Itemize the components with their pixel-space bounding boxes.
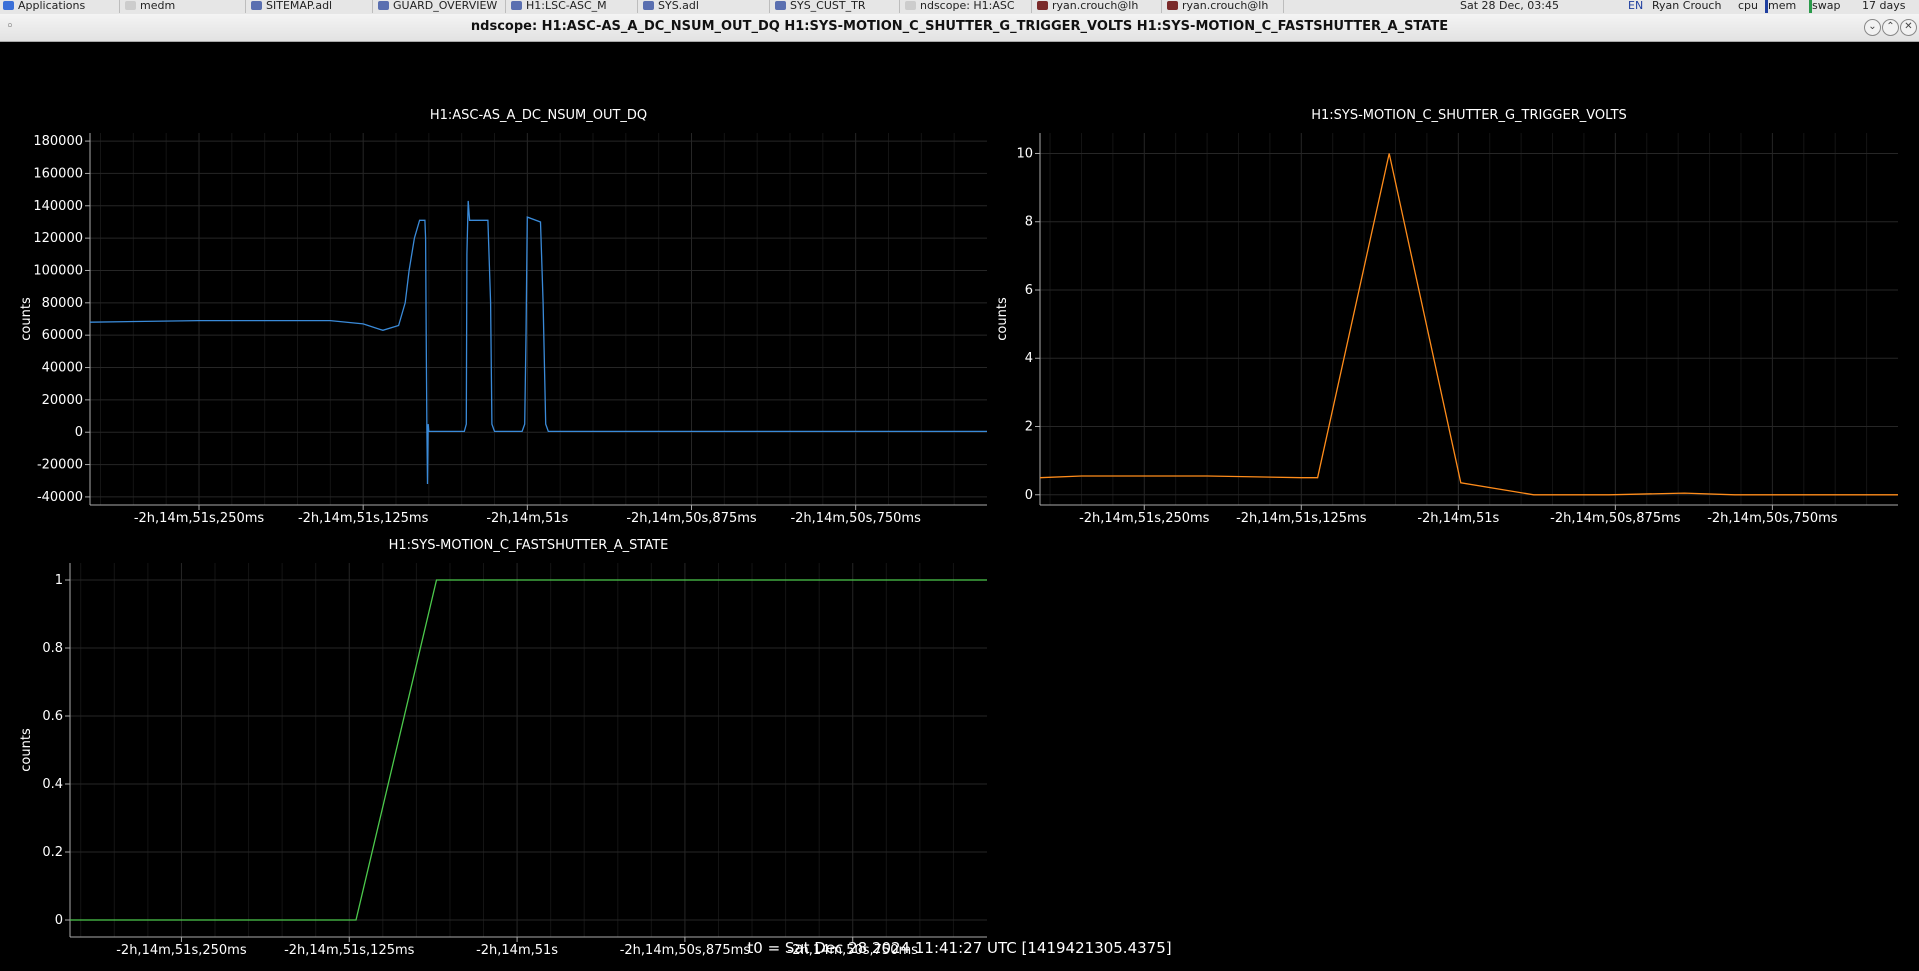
y-tick-label: 4 — [1025, 351, 1033, 366]
taskbar-item[interactable]: ryan.crouch@lh — [1164, 0, 1284, 13]
plot-panel[interactable]: 00.20.40.60.81-2h,14m,51s,250ms -2h,14m,5… — [19, 538, 987, 958]
system-taskbar: Applications medm SITEMAP.adl GUARD_OVERVIE… — [0, 0, 1919, 15]
app-icon — [511, 1, 522, 10]
x-tick-label: -2h,14m,50s,750ms — [1707, 511, 1838, 526]
taskbar-item-label: GUARD_OVERVIEW — [393, 0, 498, 12]
plot-title: H1:SYS-MOTION_C_FASTSHUTTER_A_STATE — [389, 538, 669, 553]
taskbar-item[interactable]: ndscope: H1:ASC — [902, 0, 1032, 13]
taskbar-item-label: SYS.adl — [658, 0, 699, 12]
x-tick-label: -2h,14m,51s — [486, 511, 568, 526]
y-tick-label: 1 — [55, 573, 63, 588]
cpu-monitor: cpu — [1738, 0, 1759, 12]
y-tick-label: 2 — [1025, 420, 1033, 435]
app-icon — [905, 1, 916, 10]
window-titlebar[interactable]: ◦ ndscope: H1:ASC-AS_A_DC_NSUM_OUT_DQ H1… — [0, 14, 1919, 42]
plot-title: H1:ASC-AS_A_DC_NSUM_OUT_DQ — [430, 108, 647, 123]
y-tick-label: -20000 — [37, 458, 83, 473]
app-icon — [378, 1, 389, 10]
x-tick-label: -2h,14m,50s,875ms — [626, 511, 757, 526]
y-tick-label: 120000 — [33, 231, 83, 246]
taskbar-item[interactable]: SITEMAP.adl — [248, 0, 373, 13]
y-tick-label: 0 — [55, 913, 63, 928]
taskbar-item[interactable]: SYS_CUST_TR — [772, 0, 900, 13]
y-tick-label: 160000 — [33, 166, 83, 181]
plot-title: H1:SYS-MOTION_C_SHUTTER_G_TRIGGER_VOLTS — [1311, 108, 1627, 123]
y-tick-label: 0.6 — [42, 709, 63, 724]
y-tick-label: 140000 — [33, 199, 83, 214]
y-tick-label: 0 — [75, 425, 83, 440]
t0-label: t0 = Sat Dec 28 2024 11:41:27 UTC [14194… — [747, 939, 1172, 957]
x-tick-label: -2h,14m,51s,250ms — [1079, 511, 1210, 526]
y-axis-label: counts — [19, 297, 34, 341]
y-axis-label: counts — [995, 297, 1010, 341]
taskbar-item[interactable]: medm — [122, 0, 246, 13]
taskbar-item-label: ndscope: H1:ASC — [920, 0, 1015, 12]
app-icon — [125, 1, 136, 10]
y-tick-label: 20000 — [42, 393, 83, 408]
plot-panel[interactable]: 0 2 4 6 8 10 -2h,14m,51s,250ms -2h,14m,51s,125m… — [995, 108, 1898, 526]
taskbar-item-label: H1:LSC-ASC_M — [526, 0, 607, 12]
y-tick-label: 0.4 — [42, 777, 63, 792]
taskbar-item-label: Applications — [18, 0, 86, 12]
keyboard-layout[interactable]: EN — [1628, 0, 1643, 11]
user-menu[interactable]: Ryan Crouch — [1652, 0, 1721, 11]
y-tick-label: 180000 — [33, 134, 83, 149]
app-icon — [1037, 1, 1048, 10]
x-tick-label: -2h,14m,51s,250ms — [134, 511, 265, 526]
taskbar-item[interactable]: SYS.adl — [640, 0, 770, 13]
taskbar-clock[interactable]: Sat 28 Dec, 03:45 — [1460, 0, 1559, 11]
taskbar-item[interactable]: ryan.crouch@lh — [1034, 0, 1162, 13]
uptime-label: 17 days — [1862, 0, 1906, 12]
y-tick-label: -40000 — [37, 490, 83, 505]
minimize-button[interactable]: ⌄ — [1864, 19, 1881, 36]
y-tick-label: 6 — [1025, 283, 1033, 298]
taskbar-item-label: SYS_CUST_TR — [790, 0, 866, 12]
memory-monitor: mem — [1768, 0, 1797, 12]
taskbar-item[interactable]: Applications — [0, 0, 120, 13]
maximize-button[interactable]: ⌃ — [1882, 19, 1899, 36]
y-tick-label: 0.2 — [42, 845, 63, 860]
window-title: ndscope: H1:ASC-AS_A_DC_NSUM_OUT_DQ H1:S… — [470, 19, 1449, 34]
app-icon — [643, 1, 654, 10]
taskbar-item-label: SITEMAP.adl — [266, 0, 333, 12]
plots-svg[interactable]: -40000 -20000 0 20000 40000 60000 80000 100000 1… — [0, 41, 1919, 967]
app-icon — [3, 1, 14, 10]
app-icon — [251, 1, 262, 10]
close-button[interactable]: ✕ — [1900, 19, 1917, 36]
mem-bar-icon — [1765, 0, 1768, 13]
y-tick-label: 40000 — [42, 361, 83, 376]
window-menu-icon[interactable]: ◦ — [6, 14, 14, 40]
y-axis-label: counts — [19, 728, 34, 772]
plot-area[interactable]: -40000 -20000 0 20000 40000 60000 80000 100000 1… — [0, 41, 1919, 967]
app-icon — [1167, 1, 1178, 10]
taskbar-item[interactable]: H1:LSC-ASC_M — [508, 0, 638, 13]
y-tick-label: 100000 — [33, 263, 83, 278]
app-icon — [775, 1, 786, 10]
swap-monitor: swap — [1812, 0, 1841, 12]
x-tick-label: -2h,14m,51s,125ms — [1236, 511, 1367, 526]
swap-bar-icon — [1809, 0, 1812, 13]
series-line — [1039, 153, 1898, 496]
x-tick-label: -2h,14m,50s,750ms — [790, 511, 921, 526]
y-tick-label: 0.8 — [42, 641, 63, 656]
taskbar-item-label: ryan.crouch@lh — [1052, 0, 1139, 12]
taskbar-item[interactable]: GUARD_OVERVIEW — [375, 0, 506, 13]
x-tick-label: -2h,14m,51s — [1417, 511, 1499, 526]
y-tick-label: 0 — [1025, 488, 1033, 503]
x-tick-label: -2h,14m,50s,875ms — [1550, 511, 1681, 526]
series-line — [70, 579, 987, 921]
taskbar-item-label: ryan.crouch@lh — [1182, 0, 1269, 12]
x-tick-label: -2h,14m,51s,125ms — [298, 511, 429, 526]
y-tick-label: 80000 — [42, 296, 83, 311]
y-tick-label: 8 — [1025, 215, 1033, 230]
series-line — [89, 200, 987, 485]
plot-panel[interactable]: -40000 -20000 0 20000 40000 60000 80000 100000 1… — [19, 108, 987, 526]
y-tick-label: 60000 — [42, 328, 83, 343]
taskbar-item-label: medm — [140, 0, 176, 12]
y-tick-label: 10 — [1016, 146, 1033, 161]
